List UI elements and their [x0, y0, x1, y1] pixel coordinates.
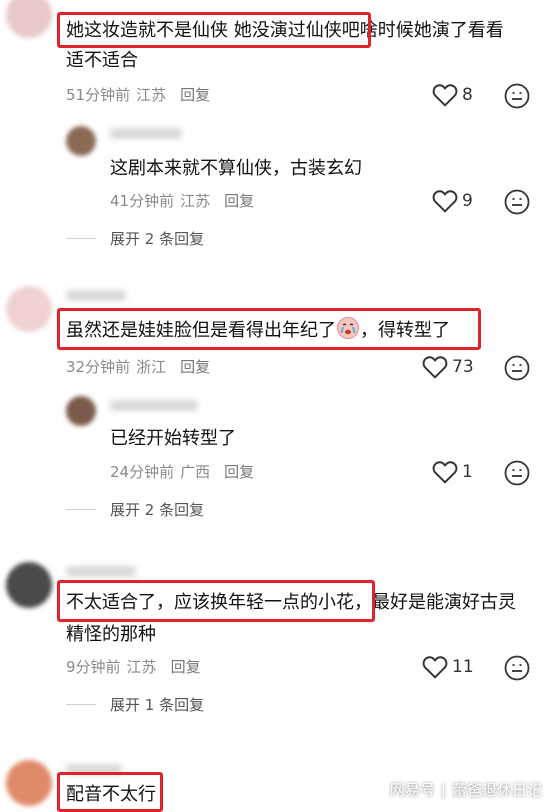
emoji-react-button[interactable] — [504, 83, 530, 113]
heart-icon — [432, 190, 458, 213]
comment-text: 她这妆造就不是仙侠 她没演过仙侠吧啥时候她演了看看 — [66, 20, 504, 41]
reply-button[interactable]: 回复 — [180, 358, 210, 376]
like-button[interactable]: 1 — [432, 460, 473, 484]
like-button[interactable]: 8 — [432, 83, 473, 107]
username-blurred[interactable] — [66, 290, 126, 301]
reply-meta: 24分钟前 广西 回复 — [110, 461, 260, 482]
emoji-react-button[interactable] — [504, 189, 530, 219]
comment-time: 32分钟前 — [66, 358, 131, 376]
watermark-source: 网易号 — [389, 781, 435, 799]
reply-button[interactable]: 回复 — [224, 192, 254, 210]
reply-time: 41分钟前 — [110, 192, 175, 210]
reply-text: 已经开始转型了 — [110, 428, 236, 449]
heart-icon — [422, 356, 448, 379]
expand-divider — [66, 704, 96, 705]
watermark: 网易号 | 蕾爸退休日记 — [390, 779, 542, 800]
comment-location: 江苏 — [136, 86, 167, 104]
avatar[interactable] — [66, 396, 96, 426]
heart-icon — [422, 656, 448, 679]
avatar[interactable] — [6, 286, 52, 332]
comment-meta: 32分钟前 浙江 回复 — [66, 356, 216, 377]
username-blurred[interactable] — [110, 128, 182, 139]
emoji-react-button[interactable] — [504, 655, 530, 685]
expand-replies-button[interactable]: 展开 1 条回复 — [110, 694, 204, 715]
comment-time: 9分钟前 — [66, 658, 121, 676]
emoji-face-icon — [504, 355, 530, 381]
heart-icon — [432, 84, 458, 107]
like-button[interactable]: 9 — [432, 189, 473, 213]
comment-text: 配音不太行 — [66, 784, 156, 805]
expand-replies-button[interactable]: 展开 2 条回复 — [110, 228, 204, 249]
reply-text: 这剧本来就不算仙侠，古装玄幻 — [110, 158, 362, 179]
like-button[interactable]: 73 — [422, 355, 474, 379]
emoji-face-icon — [504, 189, 530, 215]
emoji-react-button[interactable] — [504, 460, 530, 490]
comment-time: 51分钟前 — [66, 86, 131, 104]
like-count: 8 — [462, 85, 473, 105]
avatar[interactable] — [6, 760, 52, 806]
username-blurred[interactable] — [66, 566, 136, 577]
like-count: 9 — [462, 191, 473, 211]
emoji-face-icon — [504, 460, 530, 486]
like-count: 11 — [452, 657, 474, 677]
watermark-author: 蕾爸退休日记 — [451, 781, 542, 799]
comment-location: 江苏 — [126, 658, 157, 676]
username-blurred[interactable] — [110, 400, 198, 411]
expand-replies-button[interactable]: 展开 2 条回复 — [110, 499, 204, 520]
reply-location: 江苏 — [180, 192, 211, 210]
like-count: 73 — [452, 357, 474, 377]
comment-text-line2: 精怪的那种 — [66, 624, 156, 645]
like-count: 1 — [462, 462, 473, 482]
comment-text: 虽然还是娃娃脸但是看得出年纪了 ，得转型了 — [66, 316, 450, 346]
emoji-face-icon — [504, 83, 530, 109]
reply-button[interactable]: 回复 — [180, 86, 210, 104]
comment-text: 不太适合了，应该换年轻一点的小花，最好是能演好古灵 — [66, 592, 516, 613]
expand-divider — [66, 509, 96, 510]
avatar[interactable] — [66, 126, 96, 156]
comment-location: 浙江 — [136, 358, 167, 376]
reply-button[interactable]: 回复 — [224, 463, 254, 481]
avatar[interactable] — [6, 0, 52, 38]
comment-text-line2: 适不适合 — [66, 50, 138, 71]
avatar[interactable] — [6, 562, 52, 608]
reply-location: 广西 — [180, 463, 211, 481]
comment-meta: 9分钟前 江苏 回复 — [66, 656, 207, 677]
reply-button[interactable]: 回复 — [171, 658, 201, 676]
reply-time: 24分钟前 — [110, 463, 175, 481]
like-button[interactable]: 11 — [422, 655, 474, 679]
expand-divider — [66, 238, 96, 239]
reply-meta: 41分钟前 江苏 回复 — [110, 190, 260, 211]
heart-icon — [432, 461, 458, 484]
emoji-react-button[interactable] — [504, 355, 530, 385]
watermark-separator: | — [440, 781, 446, 799]
comment-meta: 51分钟前 江苏 回复 — [66, 84, 216, 105]
emoji-face-icon — [504, 655, 530, 681]
crying-face-emoji-icon — [337, 317, 359, 339]
username-blurred[interactable] — [66, 764, 122, 775]
